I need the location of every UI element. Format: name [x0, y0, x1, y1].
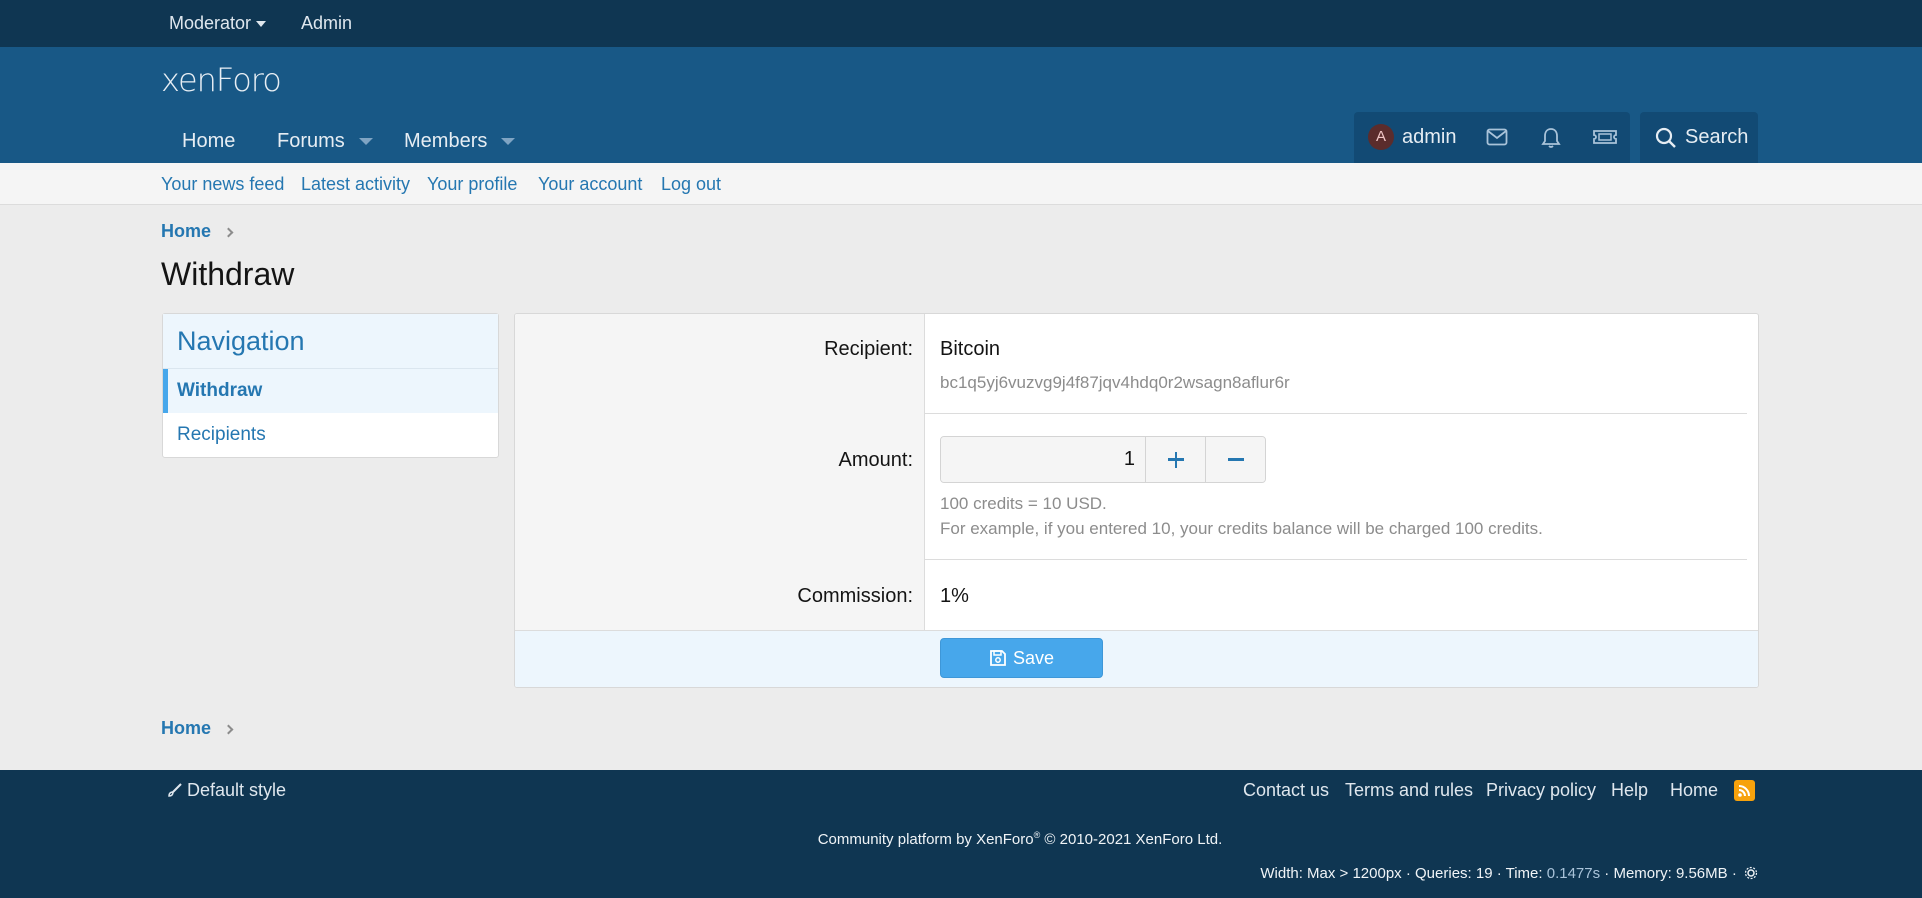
envelope-icon[interactable]	[1486, 127, 1508, 147]
username[interactable]: admin	[1402, 112, 1456, 163]
amount-stepper	[940, 436, 1266, 483]
form-footer: Save	[515, 630, 1758, 687]
sub-navigation: Your news feed Latest activity Your prof…	[0, 163, 1922, 205]
tab-home[interactable]: Home	[182, 120, 235, 163]
debug-info: Width: Max > 1200px · Queries: 19 · Time…	[1260, 865, 1758, 882]
debug-time: 0.1477s	[1546, 865, 1601, 882]
page-title: Withdraw	[161, 256, 295, 292]
staff-bar: Moderator Admin	[0, 0, 1922, 47]
sidebar-item-recipients[interactable]: Recipients	[163, 413, 498, 457]
subnav-latest-activity[interactable]: Latest activity	[301, 163, 410, 205]
gear-icon[interactable]	[1744, 866, 1758, 880]
breadcrumb-bottom: Home	[161, 718, 234, 739]
user-bar: A admin	[1354, 112, 1630, 163]
recipient-address: bc1q5yj6vuzvg9j4f87jqv4hdq0r2wsagn8aflur…	[940, 373, 1290, 392]
tab-members[interactable]: Members	[404, 120, 516, 163]
amount-input[interactable]	[941, 437, 1145, 482]
commission-value: 1%	[940, 585, 969, 607]
tab-members-label: Members	[404, 130, 488, 152]
tab-forums-label: Forums	[277, 130, 345, 152]
breadcrumb-home[interactable]: Home	[161, 718, 211, 738]
search-label: Search	[1685, 126, 1749, 148]
admin-link[interactable]: Admin	[301, 0, 352, 47]
withdraw-form: Recipient: Bitcoin bc1q5yj6vuzvg9j4f87jq…	[514, 313, 1759, 688]
footer-contact-us[interactable]: Contact us	[1243, 770, 1329, 810]
sidebar-heading: Navigation	[163, 314, 498, 369]
subnav-log-out[interactable]: Log out	[661, 163, 721, 205]
copyright-years: © 2010-2021 XenForo Ltd.	[1040, 831, 1223, 848]
amount-hint-rate: 100 credits = 10 USD.	[940, 494, 1107, 513]
amount-label: Amount:	[838, 449, 913, 471]
recipient-name: Bitcoin	[940, 338, 1001, 360]
save-button[interactable]: Save	[940, 638, 1103, 678]
debug-prefix: Width: Max > 1200px · Queries: 19 · Time…	[1260, 865, 1547, 882]
subnav-your-profile[interactable]: Your profile	[427, 163, 517, 205]
footer-help[interactable]: Help	[1611, 770, 1648, 810]
paintbrush-icon	[168, 783, 182, 797]
tab-forums[interactable]: Forums	[277, 120, 373, 163]
plus-icon-vertical	[1174, 451, 1178, 468]
sidebar-navigation: Navigation Withdraw Recipients	[162, 313, 499, 458]
save-label: Save	[1012, 647, 1055, 668]
moderator-menu[interactable]: Moderator	[169, 0, 267, 47]
footer-privacy[interactable]: Privacy policy	[1486, 770, 1596, 810]
ticket-icon[interactable]	[1592, 127, 1618, 147]
moderator-label: Moderator	[169, 13, 252, 33]
logo[interactable]: xenForo	[161, 61, 282, 99]
search-icon	[1655, 127, 1676, 148]
form-label-column	[515, 314, 925, 630]
breadcrumb-home[interactable]: Home	[161, 221, 211, 241]
divider	[925, 559, 1747, 560]
debug-suffix: · Memory: 9.56MB ·	[1600, 865, 1737, 882]
caret-down-icon	[256, 21, 267, 28]
rss-button[interactable]	[1734, 780, 1755, 801]
minus-icon	[1228, 458, 1244, 461]
decrement-button[interactable]	[1205, 437, 1265, 482]
breadcrumb: Home	[161, 221, 234, 242]
search-button[interactable]: Search	[1640, 112, 1758, 163]
footer-home[interactable]: Home	[1670, 770, 1718, 810]
rss-icon	[1738, 785, 1750, 797]
copyright: Community platform by XenForo® © 2010-20…	[0, 830, 1922, 848]
amount-hint-example: For example, if you entered 10, your cre…	[940, 519, 1543, 538]
divider	[925, 413, 1747, 414]
footer-terms[interactable]: Terms and rules	[1345, 770, 1473, 810]
site-footer: Default style Contact us Terms and rules…	[0, 770, 1922, 898]
style-chooser-label: Default style	[187, 780, 287, 800]
copyright-text[interactable]: Community platform by XenForo	[818, 831, 1034, 848]
floppy-disk-icon	[990, 649, 1006, 666]
chevron-down-icon[interactable]	[501, 138, 516, 146]
subnav-your-account[interactable]: Your account	[538, 163, 642, 205]
recipient-label: Recipient:	[824, 338, 913, 360]
chevron-right-icon	[223, 227, 234, 238]
commission-label: Commission:	[797, 585, 913, 607]
avatar[interactable]: A	[1368, 124, 1394, 150]
subnav-news-feed[interactable]: Your news feed	[161, 163, 284, 205]
chevron-down-icon[interactable]	[358, 138, 373, 146]
bell-icon[interactable]	[1541, 127, 1561, 149]
increment-button[interactable]	[1145, 437, 1205, 482]
chevron-right-icon	[223, 724, 234, 735]
site-header: xenForo Home Forums Members A admin Sear…	[0, 47, 1922, 163]
sidebar-item-withdraw[interactable]: Withdraw	[163, 369, 498, 413]
style-chooser[interactable]: Default style	[167, 770, 286, 810]
